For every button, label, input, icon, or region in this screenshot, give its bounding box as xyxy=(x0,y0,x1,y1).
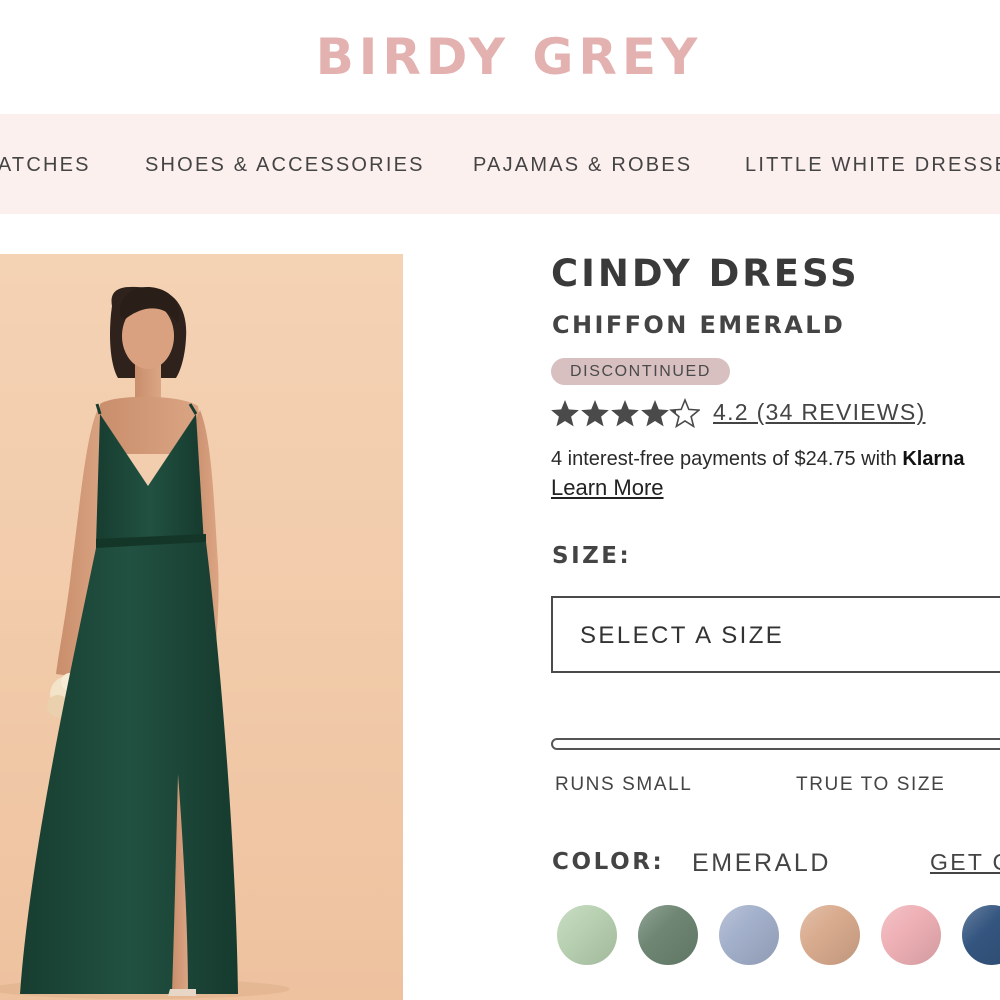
reviews-link[interactable]: 4.2 (34 REVIEWS) xyxy=(713,399,926,426)
nav-item-shoes-accessories[interactable]: SHOES & ACCESSORIES xyxy=(145,114,425,214)
size-select[interactable]: SELECT A SIZE xyxy=(551,596,1000,673)
model-illustration xyxy=(0,286,290,999)
product-image[interactable] xyxy=(0,254,403,1000)
color-swatch-navy-blue[interactable] xyxy=(962,905,1000,965)
product-title: CINDY DRESS xyxy=(551,252,860,295)
star-icon xyxy=(581,400,609,427)
product-subtitle: CHIFFON EMERALD xyxy=(552,311,846,339)
main-nav: SWATCHES SHOES & ACCESSORIES PAJAMAS & R… xyxy=(0,114,1000,214)
color-value: EMERALD xyxy=(692,849,832,877)
site-header: BIRDY GREY xyxy=(0,0,1000,114)
learn-more-link[interactable]: Learn More xyxy=(551,475,664,501)
fit-label-runs-small: RUNS SMALL xyxy=(555,774,693,795)
color-label: COLOR: xyxy=(552,849,665,875)
color-swatch-sage[interactable] xyxy=(557,905,617,965)
rating-stars[interactable] xyxy=(550,398,700,430)
nav-item-pajamas-robes[interactable]: PAJAMAS & ROBES xyxy=(473,114,692,214)
fit-scale-bar xyxy=(551,738,1000,750)
color-swatch-taupe[interactable] xyxy=(800,905,860,965)
discontinued-badge: DISCONTINUED xyxy=(551,358,730,385)
star-icon xyxy=(611,400,639,427)
klarna-logo: Klarna xyxy=(902,448,965,470)
star-icon xyxy=(551,400,579,427)
color-swatch-dusty-blue[interactable] xyxy=(719,905,779,965)
payments-info: 4 interest-free payments of $24.75 with … xyxy=(551,448,965,471)
product-page: BIRDY GREY SWATCHES SHOES & ACCESSORIES … xyxy=(0,0,1000,1000)
nav-item-swatches[interactable]: SWATCHES xyxy=(0,114,91,214)
star-outline-icon xyxy=(669,398,700,429)
get-color-swatches-link[interactable]: GET COLOR SWATCHES xyxy=(930,849,1000,876)
fit-label-true-to-size: TRUE TO SIZE xyxy=(796,774,946,795)
color-swatch-dark-sage[interactable] xyxy=(638,905,698,965)
size-label: SIZE: xyxy=(552,543,632,569)
nav-item-little-white-dresses[interactable]: LITTLE WHITE DRESSES xyxy=(745,114,1000,214)
size-select-placeholder: SELECT A SIZE xyxy=(580,622,785,649)
brand-logo[interactable]: BIRDY GREY xyxy=(316,28,703,86)
color-swatch-blush[interactable] xyxy=(881,905,941,965)
star-icon xyxy=(641,400,669,427)
payments-text: 4 interest-free payments of $24.75 with xyxy=(551,448,903,470)
